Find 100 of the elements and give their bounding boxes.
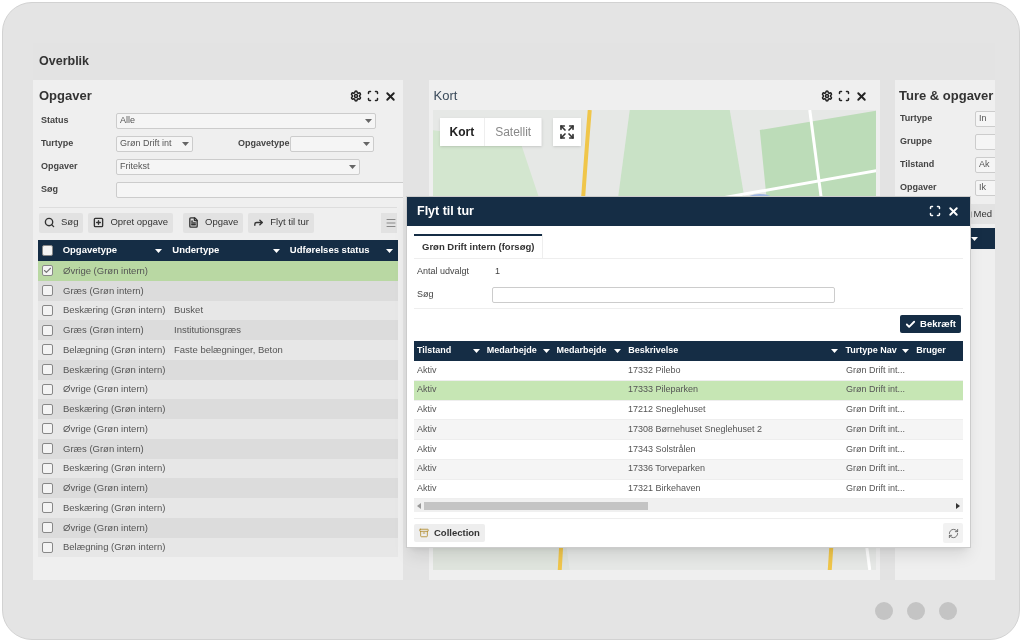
select-field[interactable] — [290, 136, 374, 152]
search-icon — [44, 217, 55, 228]
confirm-button[interactable]: Bekræft — [900, 315, 961, 333]
filter-label: Gruppe — [900, 135, 933, 149]
toolbar-button[interactable]: Opret opgave — [88, 212, 173, 233]
table-row[interactable]: Beskæring (Grøn intern) — [38, 359, 398, 380]
panel-title: Kort — [433, 87, 458, 106]
settings-icon[interactable] — [349, 90, 362, 102]
search-field[interactable] — [116, 182, 403, 198]
table-row[interactable]: Græs (Grøn intern) — [38, 438, 398, 459]
table-cell: Aktiv — [417, 423, 437, 434]
tab[interactable]: Grøn Drift intern (forsøg) — [414, 234, 543, 258]
checkbox[interactable] — [42, 541, 53, 553]
checkbox[interactable] — [42, 344, 53, 356]
fullscreen-icon[interactable] — [929, 205, 941, 217]
checkbox[interactable] — [42, 462, 53, 474]
checkbox[interactable] — [42, 304, 53, 316]
table-cell: Aktiv — [417, 404, 437, 415]
checkbox[interactable] — [42, 324, 53, 336]
column-header[interactable]: Bruger — [916, 344, 946, 358]
table-row[interactable]: Øvrige (Grøn intern) — [38, 419, 398, 439]
table-cell: Beskæring (Grøn intern) — [63, 363, 166, 375]
toolbar-button[interactable]: Opgave — [183, 212, 244, 233]
fullscreen-icon[interactable] — [838, 90, 850, 102]
close-icon[interactable] — [383, 89, 397, 103]
column-header[interactable]: Opgavetype — [62, 243, 118, 258]
toolbar-button[interactable]: Søg — [39, 212, 84, 233]
column-header[interactable]: Tilstand — [417, 344, 452, 358]
document-icon — [188, 217, 199, 228]
map-type-tab[interactable]: Satellit — [485, 118, 543, 146]
table-cell: Øvrige (Grøn intern) — [63, 383, 148, 395]
filter-label: Søg — [41, 183, 59, 197]
scroll-right-icon[interactable] — [956, 502, 960, 509]
table-row[interactable]: Beskæring (Grøn intern) — [38, 458, 398, 479]
fullscreen-icon[interactable] — [366, 90, 379, 102]
table-cell: Aktiv — [417, 364, 437, 375]
column-header[interactable]: Undertype — [172, 243, 220, 258]
filter-label: Tilstand — [900, 158, 936, 172]
table-row[interactable]: Aktiv 17336 Torveparken Grøn Drift int... — [414, 459, 963, 480]
table-row[interactable]: Øvrige (Grøn intern) — [38, 517, 398, 538]
table-row[interactable]: Belægning (Grøn intern) — [38, 537, 398, 558]
table-row[interactable]: Beskæring (Grøn intern) — [38, 399, 398, 419]
checkbox[interactable] — [42, 383, 53, 395]
table-cell: Grøn Drift int... — [846, 483, 905, 494]
map-type-tab[interactable]: Kort — [439, 118, 486, 146]
table-row[interactable]: Beskæring (Grøn intern) — [38, 498, 398, 518]
table-cell: Beskæring (Grøn intern) — [63, 501, 166, 513]
search-field[interactable] — [492, 287, 835, 303]
checkbox[interactable] — [42, 443, 53, 455]
table-cell: Grøn Drift int... — [846, 463, 905, 474]
checkbox[interactable] — [42, 245, 53, 256]
table-cell: Belægning (Grøn intern) — [63, 541, 166, 553]
table-row[interactable]: Aktiv 17308 Børnehuset Sneglehuset 2 Grøn Drift int... — [414, 420, 963, 440]
toolbar-button[interactable]: Flyt til tur — [248, 212, 314, 233]
scroll-left-icon[interactable] — [417, 502, 421, 509]
select-field[interactable]: Ik — [975, 180, 995, 196]
column-header[interactable]: Turtype Nav — [845, 344, 897, 358]
column-header[interactable]: Medarbejde — [486, 344, 537, 358]
close-icon[interactable] — [855, 89, 868, 103]
checkbox[interactable] — [42, 423, 53, 435]
menu-button[interactable] — [380, 212, 397, 233]
select-field[interactable]: Ak — [975, 157, 995, 173]
checkbox[interactable] — [42, 265, 53, 277]
collection-button[interactable]: Collection — [414, 524, 485, 543]
filter-label: Turtype — [41, 137, 75, 151]
table-cell: 17343 Solstrålen — [628, 443, 696, 454]
field-label: Antal udvalgt — [417, 265, 471, 279]
caret-icon — [472, 349, 480, 353]
fullscreen-button[interactable] — [553, 118, 582, 146]
table-row[interactable]: Græs (Grøn intern) — [38, 280, 398, 301]
table-cell: Grøn Drift int... — [846, 423, 905, 434]
table-cell: Grøn Drift int... — [846, 384, 905, 395]
checkbox[interactable] — [42, 285, 53, 297]
table-row[interactable]: Øvrige (Grøn intern) — [38, 379, 398, 400]
table-cell: Øvrige (Grøn intern) — [63, 482, 148, 493]
column-header[interactable]: Beskrivelse — [628, 344, 679, 358]
checkbox[interactable] — [42, 522, 53, 534]
select-field[interactable]: Grøn Drift int — [116, 136, 193, 152]
checkbox[interactable] — [42, 482, 53, 494]
table-row[interactable]: Øvrige (Grøn intern) — [38, 261, 398, 281]
checkbox[interactable] — [42, 364, 53, 376]
select-field[interactable]: Alle — [116, 113, 376, 129]
close-icon[interactable] — [947, 205, 960, 218]
table-cell: 17308 Børnehuset Sneglehuset 2 — [628, 423, 763, 434]
select-field[interactable]: Fritekst — [116, 159, 360, 175]
table-row[interactable]: Belægning (Grøn intern) Faste belægninger, Beton — [38, 340, 398, 360]
column-header[interactable]: Udførelses status — [289, 243, 370, 258]
checkbox[interactable] — [42, 403, 53, 415]
column-header[interactable]: Medarbejde — [556, 344, 607, 358]
table-row[interactable]: Beskæring (Grøn intern) Busket — [38, 300, 398, 321]
filter-label: Opgaver — [41, 160, 79, 174]
table-row[interactable]: Aktiv 17333 Pileparken Grøn Drift int... — [414, 380, 963, 401]
select-field[interactable]: In — [975, 111, 995, 127]
table-row[interactable]: Græs (Grøn intern) Institutionsgræs — [38, 320, 398, 340]
table-cell: 17332 Pilebo — [628, 364, 681, 375]
scrollbar[interactable] — [414, 499, 963, 513]
table-row[interactable]: Øvrige (Grøn intern) — [38, 478, 398, 498]
settings-icon[interactable] — [821, 90, 833, 102]
checkbox[interactable] — [42, 502, 53, 514]
refresh-button[interactable] — [943, 523, 963, 544]
